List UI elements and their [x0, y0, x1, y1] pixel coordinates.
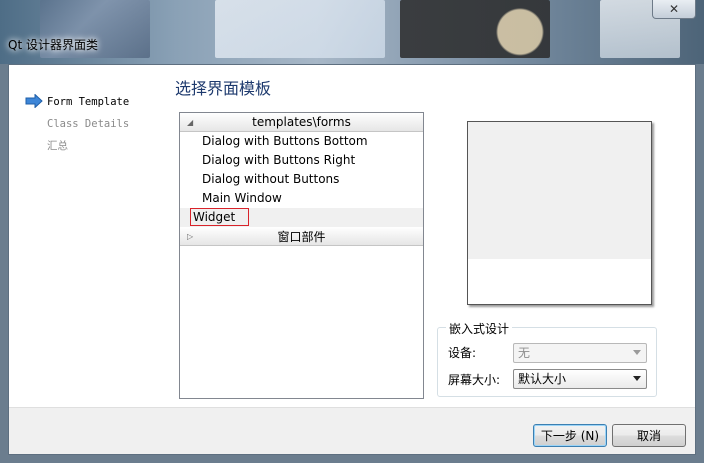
close-button[interactable]: ✕	[652, 0, 696, 19]
embedded-design-group: 嵌入式设计 设备: 无 屏幕大小: 默认大小	[437, 320, 657, 397]
cancel-button[interactable]: 取消	[612, 424, 686, 447]
screen-size-label: 屏幕大小:	[448, 373, 501, 387]
dropdown-arrow-icon	[633, 350, 641, 355]
close-icon: ✕	[668, 2, 680, 16]
form-preview	[467, 121, 652, 305]
background-thumbnail	[215, 0, 385, 58]
tree-item-dialog-buttons-bottom[interactable]: Dialog with Buttons Bottom	[180, 132, 423, 151]
screen-size-combo[interactable]: 默认大小	[513, 369, 647, 389]
current-step-arrow-icon	[25, 94, 43, 108]
wizard-dialog: Form Template Class Details 汇总 选择界面模板 ◢ …	[8, 64, 696, 455]
tree-group-header-templates-forms[interactable]: ◢ templates\forms	[180, 113, 423, 132]
button-bar: 下一步 (N) 取消	[9, 407, 695, 454]
wizard-step-label: 汇总	[47, 140, 68, 152]
wizard-step-label: Form Template	[47, 96, 130, 108]
device-value: 无	[518, 346, 531, 360]
tree-group-header-widgets[interactable]: ▷ 窗口部件	[180, 227, 423, 246]
preview-widget-area	[468, 122, 651, 259]
template-tree[interactable]: ◢ templates\forms Dialog with Buttons Bo…	[179, 112, 424, 399]
page-title: 选择界面模板	[175, 79, 272, 98]
title-bar: Qt 设计器界面类 ✕	[0, 0, 704, 64]
background-thumbnail	[400, 0, 550, 58]
screen-size-value: 默认大小	[518, 372, 567, 386]
wizard-step-label: Class Details	[47, 118, 130, 130]
tree-item-dialog-without-buttons[interactable]: Dialog without Buttons	[180, 170, 423, 189]
tree-item-dialog-buttons-right[interactable]: Dialog with Buttons Right	[180, 151, 423, 170]
tree-item-label: Dialog without Buttons	[202, 172, 340, 186]
dropdown-arrow-icon[interactable]	[633, 376, 641, 381]
window-title: Qt 设计器界面类	[8, 38, 98, 52]
tree-item-label: Dialog with Buttons Right	[202, 153, 356, 167]
tree-group-label: templates\forms	[252, 115, 351, 129]
wizard-step-class-details: Class Details	[23, 115, 129, 137]
wizard-step-form-template: Form Template	[23, 93, 129, 115]
wizard-steps: Form Template Class Details 汇总	[23, 93, 129, 159]
device-combo: 无	[513, 343, 647, 363]
tree-item-widget[interactable]: Widget	[180, 208, 423, 227]
device-label: 设备:	[448, 346, 477, 360]
tree-item-label: Dialog with Buttons Bottom	[202, 134, 368, 148]
wizard-step-summary: 汇总	[23, 137, 129, 159]
group-title: 嵌入式设计	[446, 320, 513, 337]
next-button[interactable]: 下一步 (N)	[533, 424, 607, 447]
tree-item-main-window[interactable]: Main Window	[180, 189, 423, 208]
expanded-arrow-icon[interactable]: ◢	[187, 118, 193, 127]
collapsed-arrow-icon[interactable]: ▷	[187, 232, 193, 241]
tree-group-label: 窗口部件	[277, 229, 326, 244]
tree-item-label: Main Window	[202, 191, 282, 205]
tree-item-label: Widget	[190, 208, 250, 226]
